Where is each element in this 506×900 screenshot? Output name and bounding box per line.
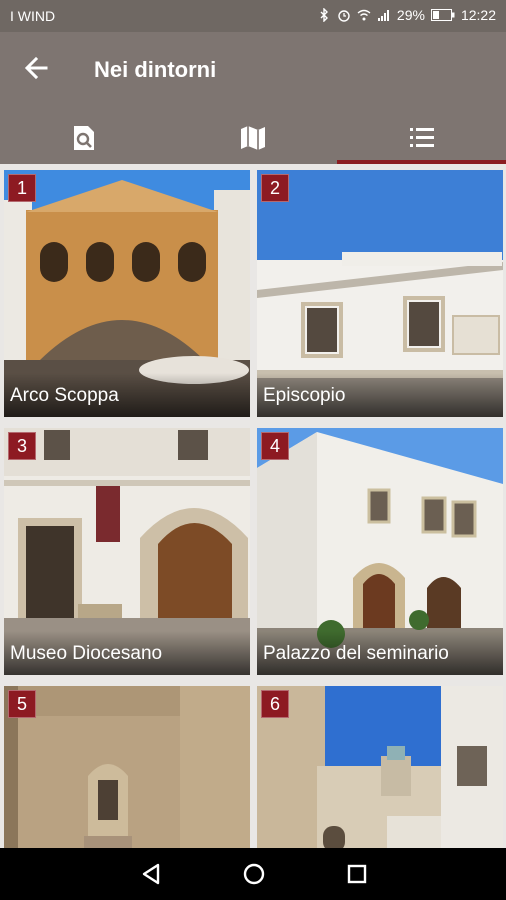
tab-bar: [0, 112, 506, 164]
place-name: Museo Diocesano: [10, 643, 163, 664]
place-caption: Episcopio: [257, 373, 503, 417]
status-icons: 29% 12:22: [317, 7, 496, 23]
system-nav-bar: [0, 848, 506, 900]
place-number-badge: 1: [8, 174, 36, 202]
place-card[interactable]: 4 Palazzo del seminario: [257, 428, 503, 675]
nav-back-icon[interactable]: [138, 860, 166, 888]
place-name: Palazzo del seminario: [263, 643, 449, 664]
place-card[interactable]: 1 Arco Scoppa: [4, 170, 250, 417]
place-number-badge: 6: [261, 690, 289, 718]
place-photo: [4, 686, 250, 848]
page-title: Nei dintorni: [94, 57, 217, 82]
status-bar: I WIND 29% 12:22: [0, 0, 506, 32]
place-caption: Museo Diocesano: [4, 631, 250, 675]
place-card[interactable]: 5: [4, 686, 250, 848]
place-card[interactable]: 6: [257, 686, 503, 848]
places-grid: 1 Arco Scoppa 2 Episcopio 3 Museo Dioces…: [0, 164, 506, 848]
place-number-badge: 3: [8, 432, 36, 460]
nav-recents-icon[interactable]: [343, 860, 371, 888]
clock: 12:22: [460, 7, 496, 23]
signal-icon: [377, 10, 389, 21]
back-arrow-icon[interactable]: [18, 50, 54, 86]
place-number-badge: 4: [261, 432, 289, 460]
map-icon: [241, 126, 265, 150]
place-card[interactable]: 3 Museo Diocesano: [4, 428, 250, 675]
tab-search[interactable]: [0, 112, 169, 164]
battery-icon: [430, 9, 455, 21]
place-name: Episcopio: [263, 385, 346, 406]
alarm-icon: [338, 10, 350, 22]
place-photo: [257, 686, 503, 848]
tab-list[interactable]: [337, 112, 506, 164]
search-list-icon: [74, 126, 95, 150]
app-bar: Nei dintorni: [0, 32, 506, 164]
carrier-label: I WIND: [10, 8, 56, 24]
battery-percent: 29%: [396, 7, 425, 23]
nav-home-icon[interactable]: [240, 860, 268, 888]
place-number-badge: 2: [261, 174, 289, 202]
place-caption: Palazzo del seminario: [257, 631, 503, 675]
place-name: Arco Scoppa: [10, 385, 119, 406]
place-card[interactable]: 2 Episcopio: [257, 170, 503, 417]
wifi-icon: [357, 9, 371, 21]
bluetooth-icon: [320, 8, 328, 22]
place-number-badge: 5: [8, 690, 36, 718]
tab-map[interactable]: [169, 112, 338, 164]
list-icon: [409, 128, 434, 147]
place-caption: Arco Scoppa: [4, 373, 250, 417]
